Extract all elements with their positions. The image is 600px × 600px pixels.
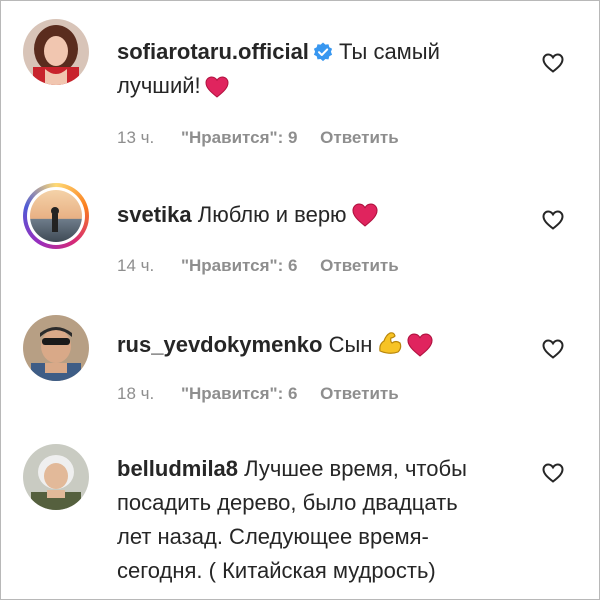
- red-heart-icon: [205, 76, 229, 98]
- red-heart-icon: [352, 203, 378, 227]
- comment-time[interactable]: 18 ч.: [117, 384, 154, 404]
- comments-panel: sofiarotaru.official Ты самый лучший! 13…: [0, 0, 600, 600]
- heart-outline-icon[interactable]: [541, 337, 565, 361]
- flexed-biceps-icon: [379, 332, 402, 354]
- comment-username[interactable]: sofiarotaru.official: [117, 39, 309, 64]
- comment-text: лет назад. Следующее время-: [117, 524, 429, 549]
- reply-button[interactable]: Ответить: [320, 128, 399, 148]
- avatar-image: [23, 315, 89, 381]
- comment-time[interactable]: 14 ч.: [117, 256, 154, 276]
- comment-username[interactable]: belludmila8: [117, 456, 238, 481]
- comment-text: Люблю и верю: [197, 202, 347, 227]
- verified-badge-icon: [313, 42, 333, 62]
- heart-outline-icon[interactable]: [541, 461, 565, 485]
- heart-outline-icon[interactable]: [541, 208, 565, 232]
- comment-text: посадить дерево, было двадцать: [117, 490, 458, 515]
- avatar-image: [30, 190, 82, 242]
- comment-likes[interactable]: "Нравится": 6: [181, 256, 297, 276]
- comment-text: лучший!: [117, 73, 201, 98]
- heart-outline-icon[interactable]: [541, 51, 565, 75]
- avatar[interactable]: [23, 315, 89, 381]
- comment-username[interactable]: rus_yevdokymenko: [117, 332, 322, 357]
- comment-text: Ты самый: [339, 39, 440, 64]
- avatar-image: [23, 19, 89, 85]
- comment-text: сегодня. ( Китайская мудрость): [117, 558, 436, 583]
- avatar-image: [23, 444, 89, 510]
- reply-button[interactable]: Ответить: [320, 384, 399, 404]
- comment-username[interactable]: svetika: [117, 202, 192, 227]
- avatar[interactable]: [23, 444, 89, 510]
- red-heart-icon: [407, 333, 433, 357]
- comment-text: Лучшее время, чтобы: [244, 456, 467, 481]
- avatar[interactable]: [23, 19, 89, 85]
- comment-likes[interactable]: "Нравится": 6: [181, 384, 297, 404]
- reply-button[interactable]: Ответить: [320, 256, 399, 276]
- comment-time[interactable]: 13 ч.: [117, 128, 154, 148]
- comment-text: Сын: [328, 332, 373, 357]
- avatar[interactable]: [23, 183, 89, 249]
- comment-likes[interactable]: "Нравится": 9: [181, 128, 297, 148]
